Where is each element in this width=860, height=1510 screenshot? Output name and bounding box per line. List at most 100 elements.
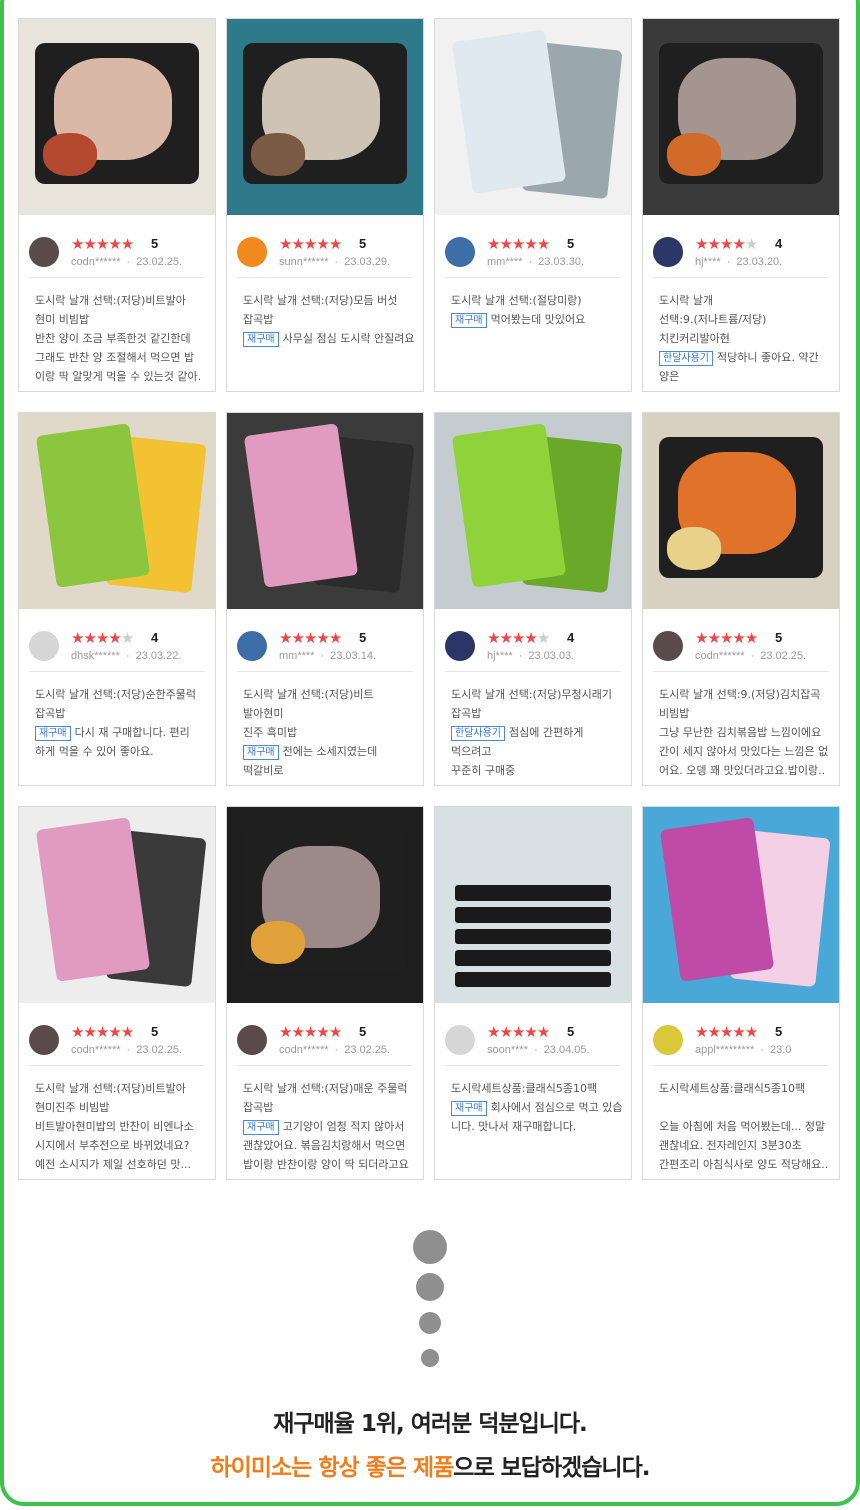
review-card[interactable]: ★★★★★ 5 mm**** · 23.03.14. 도시락 날개 선택:(저당)비트 발…	[226, 412, 424, 786]
avatar[interactable]	[29, 1025, 59, 1055]
review-photo[interactable]	[435, 19, 631, 215]
star-rating: ★★★★★	[279, 1023, 342, 1041]
review-photo[interactable]	[227, 807, 423, 1003]
rating-score: 5	[151, 1024, 159, 1039]
review-line: 진주 흑미밥	[243, 726, 298, 739]
review-line: 도시락 날개 선택:(저당)모듬 버섯	[243, 294, 398, 307]
star-icon: ★	[511, 1023, 525, 1041]
avatar[interactable]	[29, 631, 59, 661]
review-text[interactable]: 도시락 날개 선택:(저당)비트발아 현미진주 비빔밥 비트발아현미밥의 반찬이 비…	[35, 1079, 209, 1174]
divider	[653, 277, 829, 278]
review-line: 선택:9.(저나트륨/저당)치킨커리발아현	[659, 313, 767, 345]
review-card[interactable]: ★★★★★ 5 codn****** · 23.02.25. 도시락 날개 선택:(저당)…	[18, 806, 216, 1180]
review-line: 도시락세트상품:클래식5종10팩	[659, 1082, 806, 1095]
review-meta: ★★★★★ 5 codn****** · 23.02.25.	[29, 1021, 209, 1061]
more-dot	[419, 1312, 441, 1334]
review-text[interactable]: 도시락세트상품:클래식5종10팩 오늘 아침에 처음 먹어봤는데... 정말 괜찮…	[659, 1079, 833, 1174]
avatar[interactable]	[653, 237, 683, 267]
review-line: 재구매 전에는 소세지였는데 떡갈비로	[243, 742, 417, 780]
divider	[29, 1065, 205, 1066]
star-icon: ★	[83, 1023, 96, 1041]
review-line: 괜찮네요. 전자레인지 3분30초	[659, 1139, 802, 1152]
review-text[interactable]: 도시락 날개 선택:(저당)무청시래기 잡곡밥 한달사용기 점심에 간편하게 먹으려고…	[451, 685, 625, 780]
avatar[interactable]	[653, 1025, 683, 1055]
user-name: hj****	[695, 256, 721, 268]
review-text[interactable]: 도시락 날개 선택:(저당)비트발아현미 비빔밥반찬 양이 조금 부족한것 같긴…	[35, 291, 209, 386]
user-name: sunn******	[279, 256, 329, 268]
review-text[interactable]: 도시락 날개 선택:(저당)매운 주물럭 잡곡밥 재구매 고기양이 엄청 적지 않아서…	[243, 1079, 417, 1174]
review-card[interactable]: ★★★★★ 5 appl********* · 23.0 도시락세트상품:클래식5종10팩…	[642, 806, 840, 1180]
star-icon: ★	[83, 629, 96, 647]
review-date: 23.04.05.	[543, 1044, 590, 1056]
review-text[interactable]: 도시락 날개 선택:(저당)모듬 버섯 잡곡밥 재구매 사무실 점심 도시락 안질려요	[243, 291, 417, 348]
avatar[interactable]	[445, 237, 475, 267]
review-line: 바뀐것 같은데 만족합니다. 소세지는	[243, 780, 417, 781]
review-photo[interactable]	[19, 807, 215, 1003]
review-line	[659, 1098, 833, 1117]
review-text[interactable]: 도시락 날개 선택:9.(저당)김치잡곡 비빔밥 그냥 무난한 김치볶음밥 느낌이에…	[659, 685, 833, 780]
review-line: 어요. 오뎅 꽤 맛있더라고요.밥이랑..	[659, 764, 826, 777]
divider	[445, 1065, 621, 1066]
avatar[interactable]	[29, 237, 59, 267]
review-photo[interactable]	[435, 807, 631, 1003]
star-icon: ★	[744, 235, 758, 253]
avatar[interactable]	[237, 631, 267, 661]
review-line: 도시락 날개 선택:(저당)비트발아	[35, 294, 186, 307]
review-text[interactable]: 도시락 날개 선택:(절당미랑) 재구매 먹어봤는데 맛있어요	[451, 291, 625, 329]
avatar[interactable]	[653, 631, 683, 661]
review-photo[interactable]	[643, 19, 839, 215]
footer-subline: 하이미소는 항상 좋은 제품으로 보답하겠습니다.	[0, 1448, 860, 1482]
review-card[interactable]: ★★★★★ 5 codn****** · 23.02.25. 도시락 날개 선택:(저당)…	[18, 18, 216, 392]
photo-side-dish	[250, 920, 306, 964]
star-icon: ★	[499, 629, 512, 647]
review-card[interactable]: ★★★★★ 5 mm**** · 23.03.30. 도시락 날개 선택:(절당미랑) 재구…	[434, 18, 632, 392]
review-text[interactable]: 도시락 날개 선택:(저당)순한주물럭 잡곡밥 재구매 다시 재 구매합니다. 편리 하…	[35, 685, 209, 761]
review-line: 부족하지만 제기능은 합니다.^^	[659, 386, 833, 387]
review-text[interactable]: 도시락 날개 선택:(저당)비트 발아현미 진주 흑미밥 재구매 전에는 소세지였는데…	[243, 685, 417, 781]
review-card[interactable]: ★★★★★ 5 codn****** · 23.02.25. 도시락 날개 선택:(저당)…	[226, 806, 424, 1180]
photo-stacked-tray	[454, 885, 612, 902]
review-photo[interactable]	[227, 19, 423, 215]
review-card[interactable]: ★★★★★ 5 soon**** · 23.04.05. 도시락세트상품:클래식5종10팩…	[434, 806, 632, 1180]
star-icon: ★	[707, 629, 720, 647]
review-line: 반찬 양이 조금 부족한것 같긴한데	[35, 332, 191, 345]
review-photo[interactable]	[19, 19, 215, 215]
review-line: 도시락 날개 선택:(저당)순한주물럭	[35, 688, 196, 701]
review-line: 재구매 먹어봤는데 맛있어요	[451, 310, 625, 329]
separator: ·	[528, 256, 533, 268]
photo-side-dish	[250, 132, 306, 176]
review-line: 현미 비빔밥	[35, 313, 90, 326]
avatar[interactable]	[237, 237, 267, 267]
review-user-info: codn****** · 23.02.25.	[279, 1043, 390, 1057]
review-card[interactable]: ★★★★★ 5 codn****** · 23.02.25. 도시락 날개 선택:9.(저…	[642, 412, 840, 786]
star-icon: ★	[316, 629, 329, 647]
avatar[interactable]	[445, 1025, 475, 1055]
review-photo[interactable]	[435, 413, 631, 609]
review-line: 도시락 날개 선택:(저당)무청시래기	[451, 688, 612, 701]
review-date: 23.03.22.	[135, 650, 182, 662]
rating-score: 5	[775, 630, 783, 645]
review-card[interactable]: ★★★★★ 5 sunn****** · 23.03.29. 도시락 날개 선택:(저당)…	[226, 18, 424, 392]
review-photo[interactable]	[19, 413, 215, 609]
review-photo[interactable]	[643, 807, 839, 1003]
star-icon: ★	[120, 629, 134, 647]
user-name: hj****	[487, 650, 513, 662]
photo-side-dish	[666, 132, 722, 176]
review-card[interactable]: ★★★★★ 4 hj**** · 23.03.20. 도시락 날개 선택:9.(저나트륨/저…	[642, 18, 840, 392]
star-icon: ★	[291, 235, 304, 253]
avatar[interactable]	[445, 631, 475, 661]
star-icon: ★	[328, 1023, 342, 1041]
review-user-info: mm**** · 23.03.14.	[279, 649, 376, 663]
review-user-info: soon**** · 23.04.05.	[487, 1043, 590, 1057]
review-photo[interactable]	[643, 413, 839, 609]
review-card[interactable]: ★★★★★ 4 dhsk****** · 23.03.22. 도시락 날개 선택:(저당)…	[18, 412, 216, 786]
review-text[interactable]: 도시락세트상품:클래식5종10팩 재구매 회사에서 점심으로 먹고 있습 니다. 맛나…	[451, 1079, 625, 1136]
review-card[interactable]: ★★★★★ 4 hj**** · 23.03.03. 도시락 날개 선택:(저당)무청시래…	[434, 412, 632, 786]
review-photo[interactable]	[227, 413, 423, 609]
review-text[interactable]: 도시락 날개 선택:9.(저나트륨/저당)치킨커리발아현 한달사용기 적당하니 좋아요…	[659, 291, 833, 387]
separator: ·	[320, 650, 325, 662]
avatar[interactable]	[237, 1025, 267, 1055]
review-line: 잡곡밥	[35, 707, 66, 720]
review-line: 비트발아현미밥의 반찬이 비엔나소	[35, 1120, 194, 1133]
review-line: 니다. 맛나서 재구매합니다.	[451, 1120, 577, 1133]
